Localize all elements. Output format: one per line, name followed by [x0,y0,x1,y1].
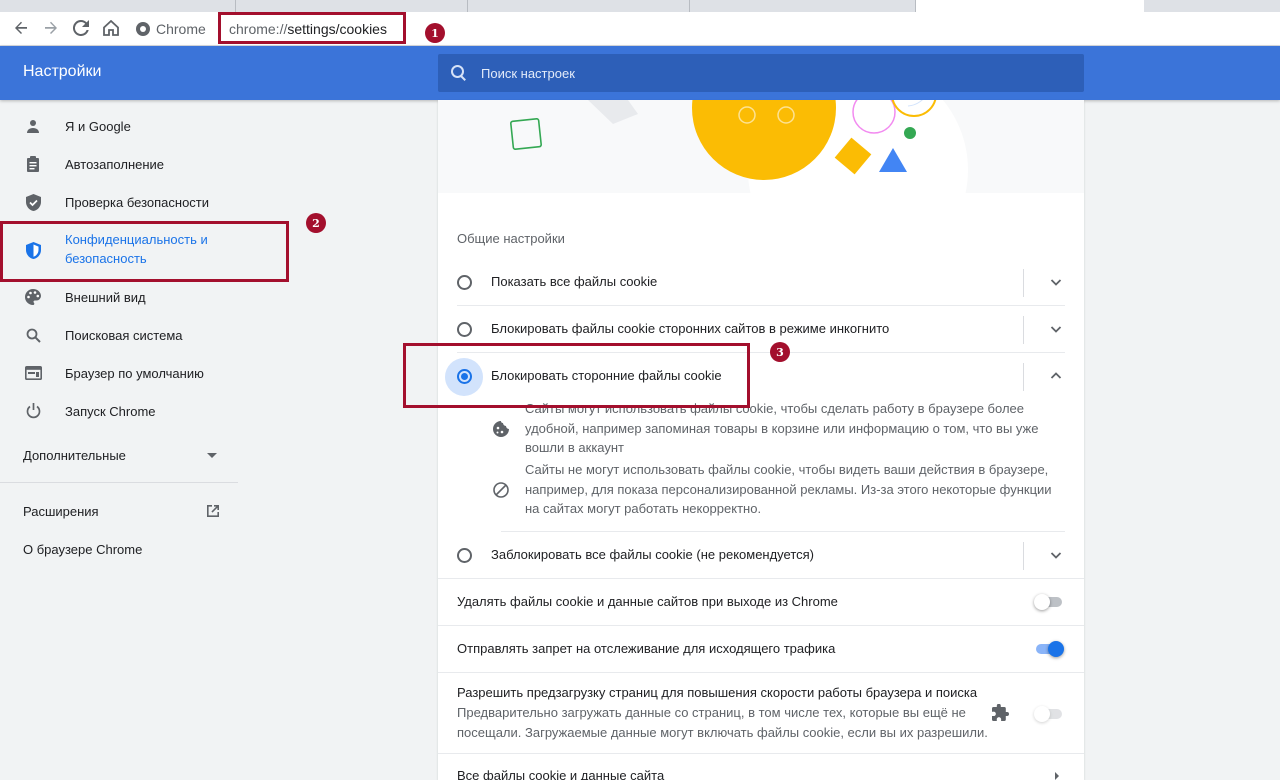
browser-tab[interactable] [690,0,916,12]
cookie-icon [493,421,509,437]
shield-check-icon [24,193,42,211]
do-not-track-toggle[interactable] [1034,641,1064,657]
url-highlight-box [218,12,406,44]
sidebar-item-autofill[interactable]: Автозаполнение [0,154,240,174]
chevron-down-icon[interactable] [1049,548,1063,562]
back-button[interactable] [8,15,34,41]
radio-button[interactable] [457,275,472,290]
sidebar-item-label: Поисковая система [65,327,183,343]
open-in-new-icon [207,505,219,517]
sidebar-item-label: Проверка безопасности [65,194,210,210]
sidebar-item-extensions[interactable]: Расширения [23,504,223,519]
divider [1023,363,1024,391]
sidebar-item-label: Автозаполнение [65,156,165,172]
chevron-down-icon[interactable] [1049,275,1063,289]
search-input[interactable]: Поиск настроек [481,66,575,81]
cookie-option-label: Блокировать файлы cookie сторонних сайто… [491,321,890,336]
radio-button[interactable] [457,322,472,337]
do-not-track-label: Отправлять запрет на отслеживание для ис… [457,641,836,656]
reload-button[interactable] [68,15,94,41]
callout-badge-2: 2 [306,213,326,233]
search-icon [451,65,467,81]
power-icon [24,402,42,420]
browser-toolbar: Chrome chrome://settings/cookies [0,12,1280,46]
cookie-option-label: Заблокировать все файлы cookie (не реком… [491,547,815,562]
browser-tab[interactable] [236,0,468,12]
sidebar-divider [0,482,238,483]
section-title: Общие настройки [457,231,565,246]
sidebar-extensions-label: Расширения [23,504,99,519]
cookie-option-block-all[interactable]: Заблокировать все файлы cookie (не реком… [438,532,1084,578]
divider [1023,542,1024,570]
palette-icon [24,288,42,306]
browser-tab[interactable] [0,0,236,12]
chevron-up-icon[interactable] [1049,369,1063,383]
preload-row[interactable]: Разрешить предзагрузку страниц для повыш… [438,673,1084,753]
person-icon [24,117,42,135]
site-chip[interactable]: Chrome [136,16,206,42]
site-chip-label: Chrome [156,21,206,37]
sidebar-item-search-engine[interactable]: Поисковая система [0,325,240,345]
clipboard-icon [24,155,42,173]
radio-button[interactable] [457,548,472,563]
cookie-detail-text: Сайты не могут использовать файлы cookie… [525,462,1052,516]
callout-badge-1: 1 [425,23,445,43]
browser-icon [24,364,42,382]
browser-tab-active[interactable] [916,0,1144,12]
settings-header: Настройки Поиск настроек [0,46,1280,100]
sidebar-item-label: Запуск Chrome [65,403,156,419]
sidebar-item-appearance[interactable]: Внешний вид [0,287,240,307]
divider [1023,316,1024,344]
settings-card: Общие настройки Показать все файлы cooki… [438,100,1084,780]
sidebar-item-default-browser[interactable]: Браузер по умолчанию [0,363,240,383]
arrow-left-icon [15,21,27,34]
sidebar-about-label: О браузере Chrome [23,542,143,557]
browser-tab[interactable] [468,0,690,12]
caret-down-icon [207,453,217,458]
sidebar-item-label: Внешний вид [65,289,146,305]
forward-button[interactable] [38,15,64,41]
cookie-option-allow-all[interactable]: Показать все файлы cookie [438,259,1084,305]
tab-strip [0,0,1280,12]
page-title: Настройки [23,63,102,80]
clear-on-exit-toggle[interactable] [1034,594,1064,610]
arrow-right-icon [45,21,57,34]
reload-icon [73,20,89,36]
cookies-illustration [438,100,1084,193]
all-cookies-label: Все файлы cookie и данные сайта [457,768,665,780]
chrome-icon [136,22,150,36]
arrow-right-icon [1055,772,1059,780]
do-not-track-row[interactable]: Отправлять запрет на отслеживание для ис… [438,626,1084,672]
clear-on-exit-row[interactable]: Удалять файлы cookie и данные сайтов при… [438,579,1084,625]
clear-on-exit-label: Удалять файлы cookie и данные сайтов при… [457,594,838,609]
sidebar-item-you-and-google[interactable]: Я и Google [0,116,240,136]
sidebar-item-on-startup[interactable]: Запуск Chrome [0,401,240,421]
home-button[interactable] [98,15,124,41]
callout-badge-3: 3 [770,342,790,362]
sidebar-item-label: Я и Google [65,118,131,134]
puzzle-extension-icon[interactable] [992,704,1010,722]
block-icon [493,482,509,498]
option-highlight-box [403,343,750,408]
sidebar-advanced-toggle[interactable]: Дополнительные [23,448,223,463]
preload-label: Разрешить предзагрузку страниц для повыш… [457,685,978,700]
preload-description: Предварительно загружать данные со стран… [457,705,988,740]
sidebar-highlight-box [0,221,289,282]
divider [1023,269,1024,297]
chevron-down-icon[interactable] [1049,322,1063,336]
search-icon [24,326,42,344]
all-cookies-link-row[interactable]: Все файлы cookie и данные сайта [438,754,1084,780]
preload-toggle[interactable] [1034,706,1064,722]
sidebar-item-safety-check[interactable]: Проверка безопасности [0,192,240,212]
sidebar-advanced-label: Дополнительные [23,448,126,463]
sidebar-item-about[interactable]: О браузере Chrome [23,542,142,557]
sidebar: Я и Google Автозаполнение Проверка безоп… [0,100,240,780]
cookie-option-label: Показать все файлы cookie [491,274,658,289]
home-icon [103,20,119,36]
sidebar-item-label: Браузер по умолчанию [65,365,204,381]
search-box[interactable]: Поиск настроек [438,54,1084,92]
